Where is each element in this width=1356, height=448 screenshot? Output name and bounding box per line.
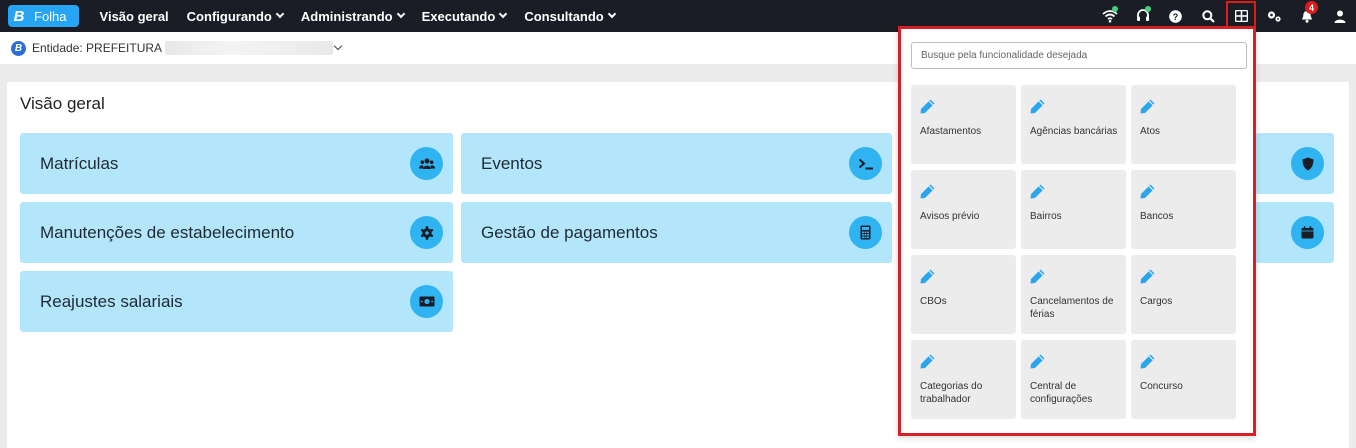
entity-label: Entidade: PREFEITURA: [32, 41, 163, 55]
function-tile[interactable]: Afastamentos: [911, 85, 1016, 164]
user-icon: [1334, 10, 1345, 23]
menu-label: Executando: [421, 8, 496, 24]
card-eventos[interactable]: Eventos: [461, 133, 892, 194]
menu-executando[interactable]: Executando: [413, 0, 516, 32]
card-partial-shield[interactable]: [1255, 133, 1334, 194]
function-tile-label: Agências bancárias: [1030, 126, 1118, 137]
status-dot: [1112, 6, 1118, 12]
brand-logo: B: [8, 5, 30, 27]
menu-label: Visão geral: [99, 8, 169, 24]
pencil-icon: [1030, 184, 1045, 199]
gear-icon: [410, 216, 443, 249]
card-gestao-pagamentos[interactable]: Gestão de pagamentos: [461, 202, 892, 263]
function-tile-label: Afastamentos: [920, 126, 982, 137]
main-menu: Visão geral Configurando Administrando E…: [91, 0, 624, 32]
money-icon: [410, 285, 443, 318]
function-tile-label: Bairros: [1030, 211, 1062, 222]
pencil-icon: [1140, 99, 1155, 114]
settings-gears-icon: [1267, 11, 1281, 22]
menu-configurando[interactable]: Configurando: [178, 0, 292, 32]
card-label: Reajustes salariais: [40, 291, 183, 311]
menu-administrando[interactable]: Administrando: [292, 0, 413, 32]
svg-text:?: ?: [1173, 12, 1179, 22]
menu-consultando[interactable]: Consultando: [515, 0, 623, 32]
brand[interactable]: B Folha: [8, 5, 79, 27]
status-dot: [1145, 6, 1151, 12]
function-tile-label: Central de configurações: [1030, 381, 1093, 405]
pencil-icon: [1140, 269, 1155, 284]
function-tile-label: Concurso: [1140, 381, 1183, 392]
chevron-down-icon: [396, 9, 405, 19]
pencil-icon: [920, 99, 935, 114]
pencil-icon: [920, 269, 935, 284]
functions-search-input[interactable]: [911, 42, 1247, 69]
pencil-icon: [1030, 269, 1045, 284]
chevron-down-icon: [499, 9, 508, 19]
shield-icon: [1291, 147, 1324, 180]
functions-dropdown: Afastamentos Agências bancárias Atos Avi…: [898, 26, 1256, 436]
function-tile-label: Cargos: [1140, 296, 1173, 307]
chevron-down-icon: [275, 9, 285, 19]
function-tile[interactable]: Agências bancárias: [1021, 85, 1126, 164]
function-tile[interactable]: Categorias do trabalhador: [911, 340, 1016, 419]
function-tile[interactable]: Central de configurações: [1021, 340, 1126, 419]
notification-badge: 4: [1305, 1, 1318, 14]
pencil-icon: [1030, 354, 1045, 369]
pencil-icon: [920, 184, 935, 199]
function-tile-label: Cancelamentos de férias: [1030, 296, 1114, 320]
card-manutencoes-estabelecimento[interactable]: Manutenções de estabelecimento: [20, 202, 453, 263]
function-tile-label: CBOs: [920, 296, 947, 307]
card-reajustes-salariais[interactable]: Reajustes salariais: [20, 271, 453, 332]
function-tile[interactable]: Avisos prévio: [911, 170, 1016, 249]
chevron-down-icon: [607, 9, 616, 19]
brand-name: Folha: [30, 5, 79, 27]
entity-name-redacted: [165, 41, 334, 55]
calculator-icon: [849, 216, 882, 249]
function-tile[interactable]: Atos: [1131, 85, 1236, 164]
function-tile[interactable]: Cancelamentos de férias: [1021, 255, 1126, 334]
pencil-icon: [1140, 354, 1155, 369]
settings-button[interactable]: [1257, 0, 1290, 32]
card-partial-calendar[interactable]: [1255, 202, 1334, 263]
card-label: Gestão de pagamentos: [481, 222, 658, 242]
pencil-icon: [1030, 99, 1045, 114]
function-tile[interactable]: CBOs: [911, 255, 1016, 334]
card-label: Eventos: [481, 153, 543, 173]
function-tile[interactable]: Cargos: [1131, 255, 1236, 334]
notifications-button[interactable]: 4: [1290, 0, 1323, 32]
card-matriculas[interactable]: Matrículas: [20, 133, 453, 194]
card-label: Manutenções de estabelecimento: [40, 222, 295, 242]
menu-label: Administrando: [300, 8, 393, 24]
function-tile-label: Avisos prévio: [920, 211, 980, 222]
search-icon: [1202, 9, 1215, 23]
terminal-icon: [849, 147, 882, 180]
calendar-icon: [1291, 216, 1324, 249]
users-icon: [410, 147, 443, 180]
function-tile[interactable]: Concurso: [1131, 340, 1236, 419]
menu-visao-geral[interactable]: Visão geral: [91, 0, 178, 32]
apps-grid-icon: [1234, 10, 1248, 22]
card-label: Matrículas: [40, 153, 119, 173]
pencil-icon: [920, 354, 935, 369]
function-tile-label: Categorias do trabalhador: [920, 381, 983, 405]
menu-label: Configurando: [186, 8, 272, 24]
function-tile[interactable]: Bancos: [1131, 170, 1236, 249]
menu-label: Consultando: [524, 8, 604, 24]
pencil-icon: [1140, 184, 1155, 199]
function-tile-label: Bancos: [1140, 211, 1174, 222]
chevron-down-icon[interactable]: [333, 41, 343, 51]
entity-logo: B: [11, 40, 26, 56]
help-icon: ?: [1169, 9, 1182, 23]
page-title: Visão geral: [20, 94, 105, 113]
user-menu-button[interactable]: [1323, 0, 1356, 32]
function-tile-label: Atos: [1140, 126, 1161, 137]
function-tile[interactable]: Bairros: [1021, 170, 1126, 249]
